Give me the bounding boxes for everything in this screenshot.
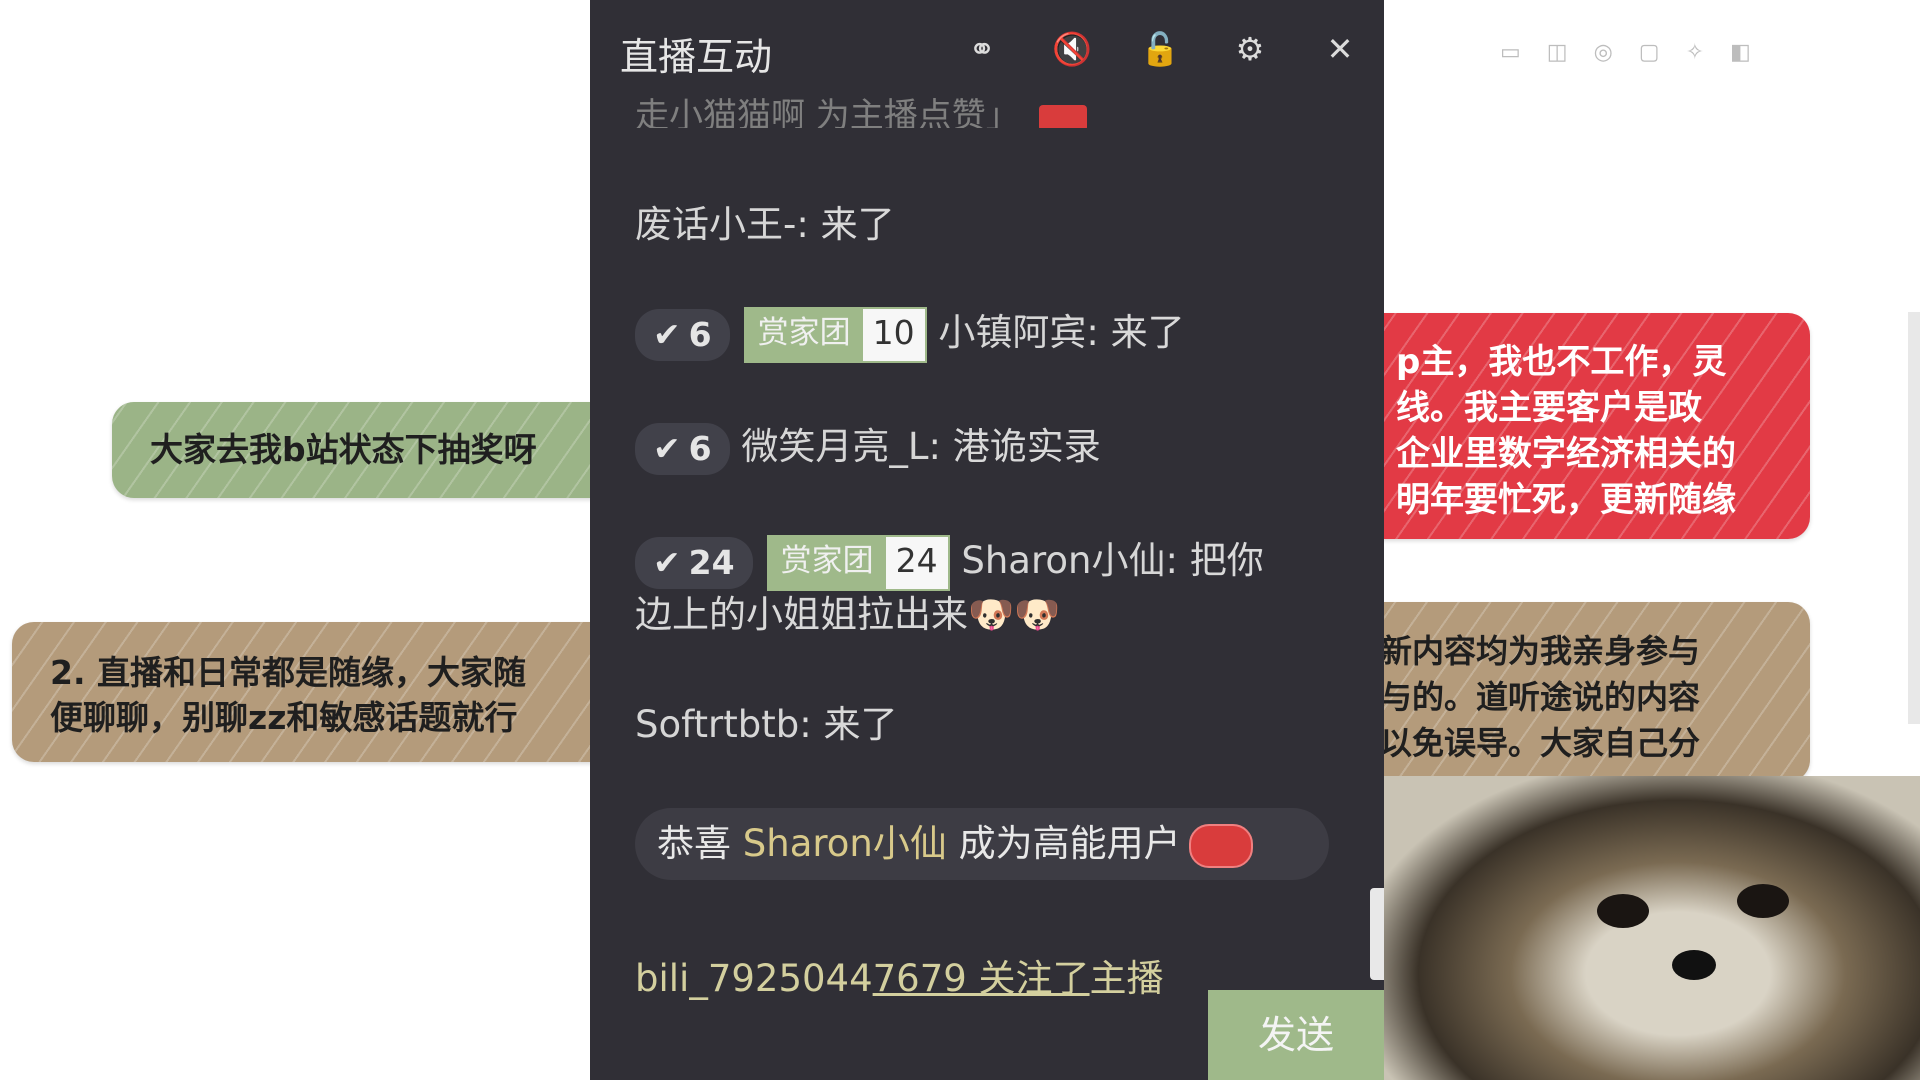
chat-message: ✔ 24 赏家团 24 Sharon小仙: 把你 <box>635 530 1264 591</box>
message-text: : 港诡实录 <box>928 425 1101 468</box>
message-text: 走小猫猫啊 为主播点赞」 <box>635 96 1020 128</box>
chat-message: 走小猫猫啊 为主播点赞」 <box>635 88 1087 128</box>
level-number: 24 <box>688 543 735 582</box>
message-text: 边上的小姐姐拉出来🐶🐶 <box>635 593 1061 636</box>
level-number: 6 <box>688 315 712 354</box>
fan-medal[interactable]: 赏家团 24 <box>766 534 950 591</box>
username[interactable]: Sharon小仙 <box>961 539 1165 582</box>
message-text: : 把你 <box>1165 539 1264 582</box>
raccoon-nose <box>1672 950 1716 980</box>
follow-user[interactable]: bili_7925044 <box>635 957 873 1000</box>
lottery-note: 大家去我b站状态下抽奖呀 <box>112 402 632 498</box>
send-button[interactable]: 发送 <box>1208 990 1384 1080</box>
live-interaction-panel: 直播互动 ⚭ 🔇 🔓 ⚙ ✕ 走小猫猫啊 为主播点赞」 废话小王-: 来了 ✔ 6… <box>590 0 1384 1080</box>
panel-scroll-handle[interactable] <box>1370 888 1384 980</box>
disclaimer-line: 新内容均为我亲身参与 <box>1380 632 1701 670</box>
toolbar-icon: ◎ <box>1593 40 1613 65</box>
gear-icon[interactable]: ⚙ <box>1230 30 1270 68</box>
fan-medal-level: 24 <box>885 536 948 589</box>
panel-title: 直播互动 <box>620 35 773 79</box>
toolbar-icon: ▭ <box>1500 40 1521 65</box>
toolbar-icon: ◧ <box>1730 40 1751 65</box>
right-scrollbar[interactable] <box>1908 312 1920 724</box>
intro-line: 线。我主要客户是政 <box>1396 388 1702 428</box>
message-text: : 来了 <box>799 703 898 746</box>
panel-header: 直播互动 ⚭ 🔇 🔓 ⚙ ✕ <box>590 0 1384 100</box>
lock-icon[interactable]: 🔓 <box>1140 30 1180 68</box>
chat-message: ✔ 6 微笑月亮_L: 港诡实录 <box>635 416 1101 475</box>
user-level-badge: ✔ 6 <box>635 422 730 475</box>
user-level-badge: ✔ 24 <box>635 536 753 589</box>
lottery-note-text: 大家去我b站状态下抽奖呀 <box>150 430 537 469</box>
webcam-preview <box>1382 776 1920 1080</box>
chat-rules-line-2: 便聊聊，别聊zz和敏感话题就行 <box>50 698 518 737</box>
congrats-suffix: 成为高能用户 <box>946 822 1181 865</box>
fan-medal-name: 赏家团 <box>768 536 886 589</box>
toolbar-icon: ▢ <box>1638 40 1660 65</box>
fan-medal-name: 赏家团 <box>745 308 863 361</box>
fan-medal[interactable]: 赏家团 10 <box>743 306 927 363</box>
link-icon[interactable]: ⚭ <box>962 30 1002 68</box>
high-energy-badge-icon <box>1188 823 1253 868</box>
follow-text-underlined: 7679 关注了 <box>872 957 1090 1000</box>
message-text: : 来了 <box>796 203 895 246</box>
username[interactable]: 废话小王- <box>635 203 796 246</box>
user-level-badge: ✔ 6 <box>635 308 730 361</box>
raccoon-eye <box>1737 884 1789 918</box>
intro-line: 明年要忙死，更新随缘 <box>1396 480 1736 520</box>
high-energy-user-notice: 恭喜 Sharon小仙 成为高能用户 <box>635 808 1329 880</box>
streamer-intro-note: p主，我也不工作，灵 线。我主要客户是政 企业里数字经济相关的 明年要忙死，更新… <box>1360 313 1810 539</box>
toolbar-icon: ◫ <box>1546 40 1568 65</box>
fan-medal-level: 10 <box>862 308 925 361</box>
message-text: : 来了 <box>1086 311 1185 354</box>
mute-icon[interactable]: 🔇 <box>1052 30 1092 68</box>
level-number: 6 <box>688 429 712 468</box>
raccoon-eye <box>1597 894 1649 928</box>
username[interactable]: Sharon小仙 <box>743 822 947 865</box>
intro-line: p主，我也不工作，灵 <box>1396 342 1727 382</box>
chat-message: ✔ 6 赏家团 10 小镇阿宾: 来了 <box>635 302 1185 363</box>
username[interactable]: 小镇阿宾 <box>938 311 1086 354</box>
disclaimer-line: 与的。道听途说的内容 <box>1380 678 1701 716</box>
close-icon[interactable]: ✕ <box>1320 30 1360 68</box>
chevron-level-icon: ✔ <box>653 315 681 354</box>
follow-suffix: 主播 <box>1089 957 1164 1000</box>
toolbar-icon: ✧ <box>1685 40 1705 65</box>
gift-icon <box>1038 104 1087 128</box>
disclaimer-line: 以免误导。大家自己分 <box>1380 724 1701 762</box>
chat-message-continuation: 边上的小姐姐拉出来🐶🐶 <box>635 584 1060 638</box>
username[interactable]: Softrtbtb <box>635 703 799 746</box>
intro-line: 企业里数字经济相关的 <box>1396 434 1736 474</box>
chat-message: Softrtbtb: 来了 <box>635 694 897 748</box>
content-disclaimer-note: 新内容均为我亲身参与 与的。道听途说的内容 以免误导。大家自己分 <box>1360 602 1810 782</box>
background-toolbar: ▭ ◫ ◎ ▢ ✧ ◧ <box>1500 40 1751 65</box>
chat-rules-line-1: 2. 直播和日常都是随缘，大家随 <box>50 653 526 692</box>
username[interactable]: 微笑月亮_L <box>741 425 928 468</box>
follow-notice: bili_79250447679 关注了主播 <box>635 948 1164 1002</box>
chevron-level-icon: ✔ <box>653 429 681 468</box>
chat-message: 废话小王-: 来了 <box>635 194 895 248</box>
chat-rules-note: 2. 直播和日常都是随缘，大家随 便聊聊，别聊zz和敏感话题就行 <box>12 622 612 762</box>
congrats-prefix: 恭喜 <box>657 822 743 865</box>
chevron-level-icon: ✔ <box>653 543 681 582</box>
